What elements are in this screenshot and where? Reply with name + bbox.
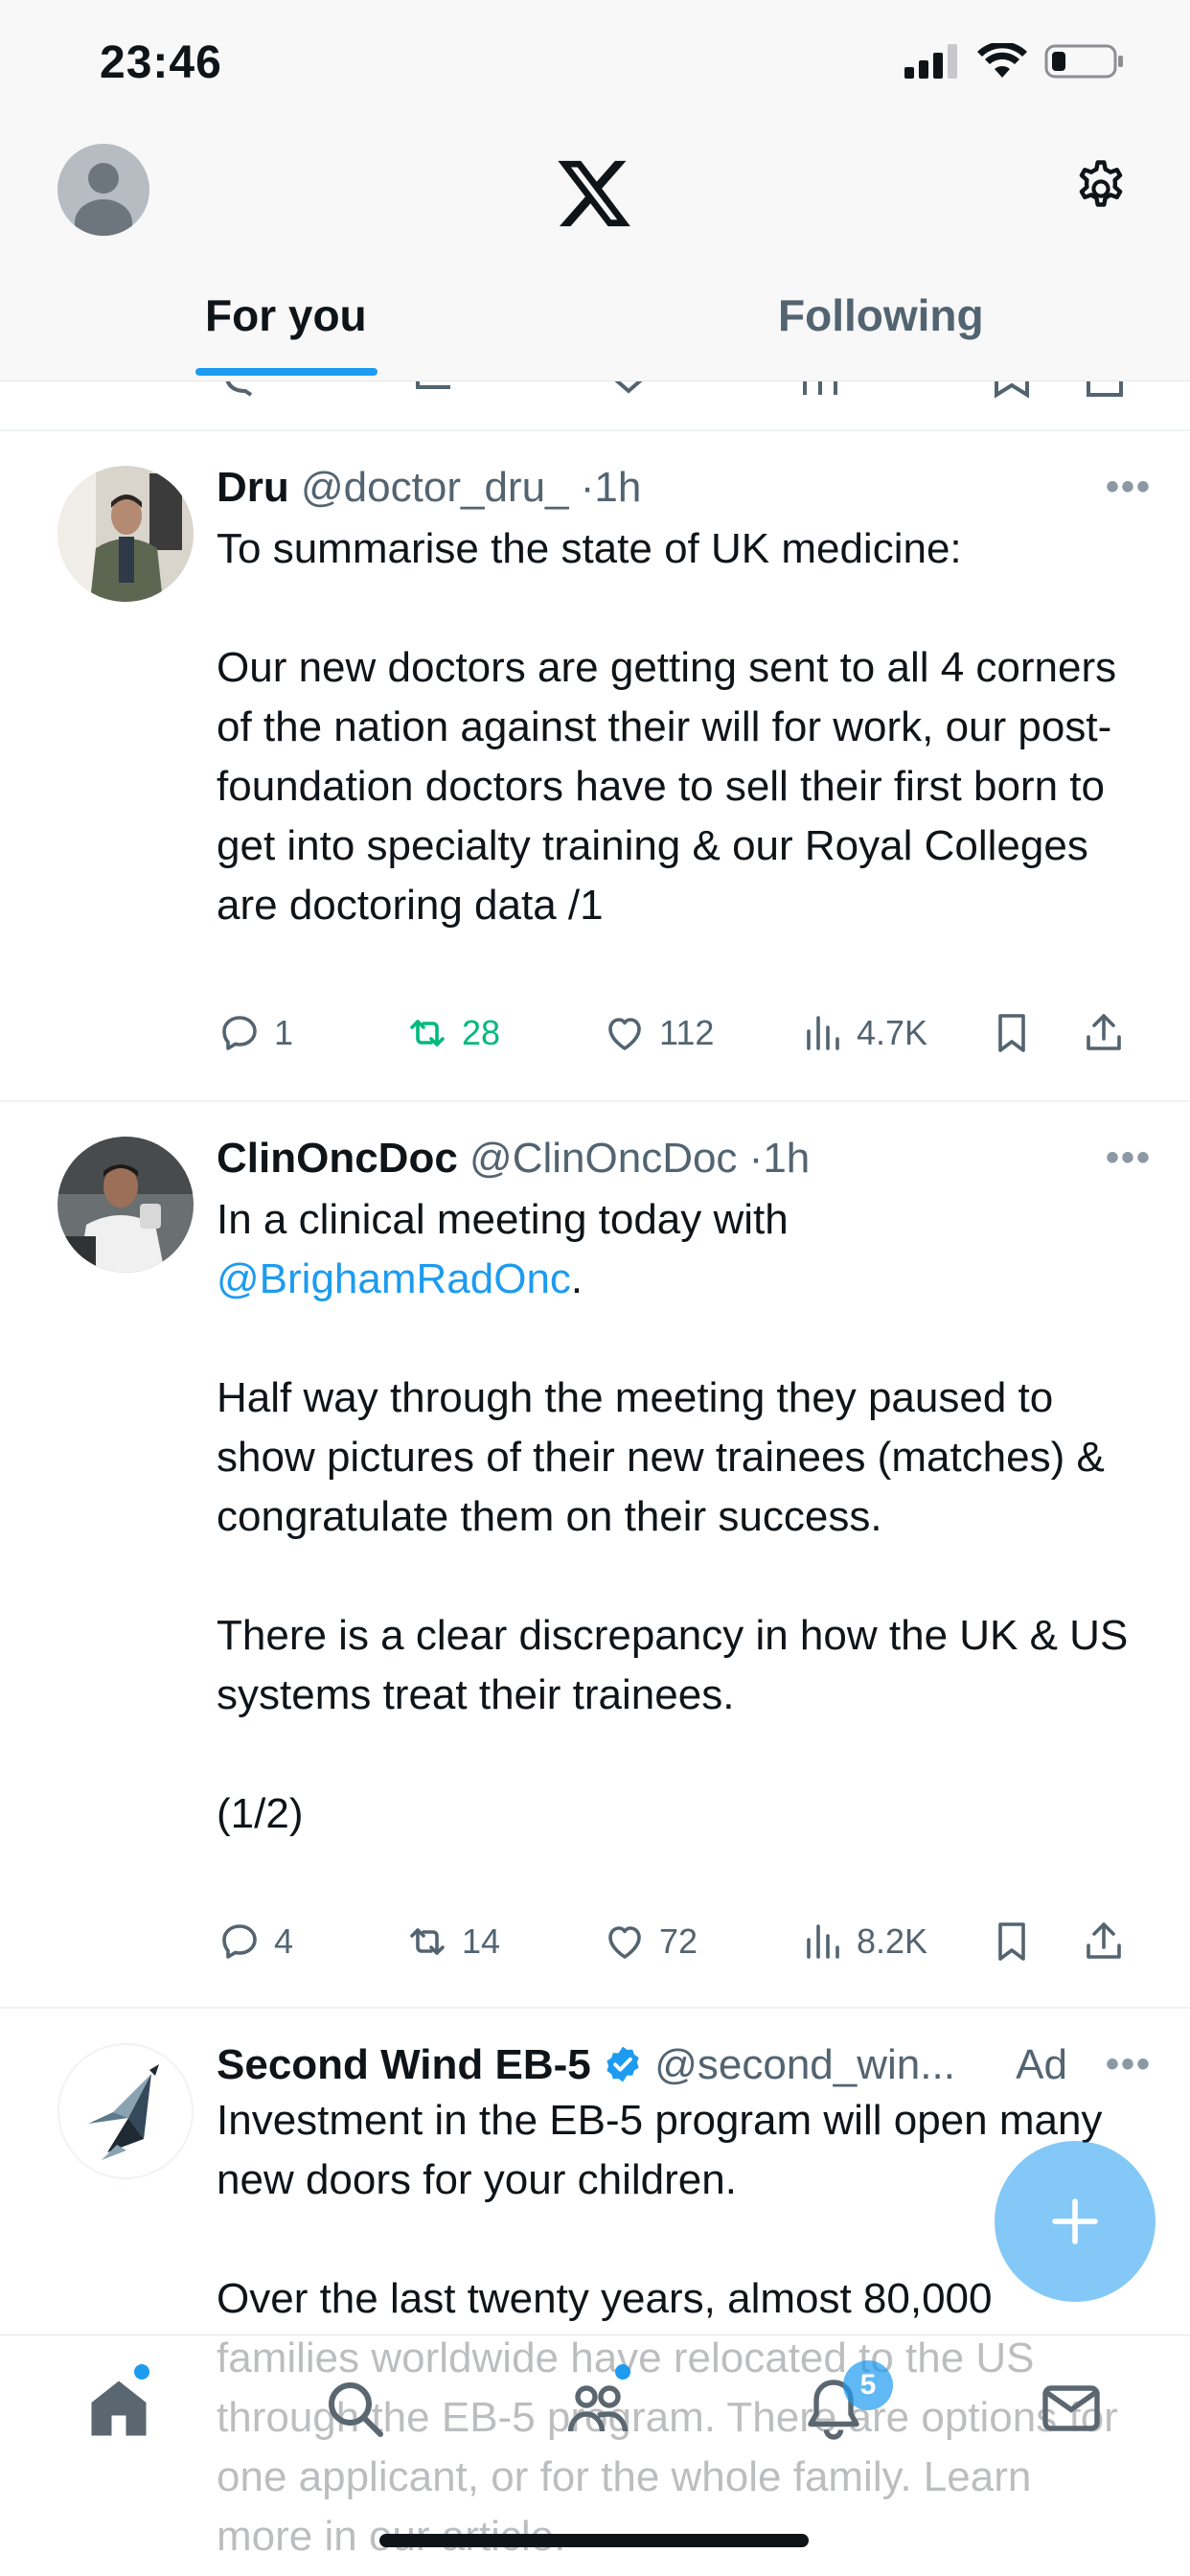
share-icon: [1087, 1014, 1121, 1050]
repost-icon: [410, 1928, 445, 1955]
nav-communities[interactable]: [563, 2364, 632, 2443]
bookmark-icon: [998, 1922, 1025, 1961]
communities-icon: [567, 2385, 629, 2432]
nav-search[interactable]: [320, 2374, 389, 2443]
tweet-time: 1h: [763, 1135, 811, 1182]
reply-count: 1: [274, 1013, 294, 1052]
compose-tweet-button[interactable]: [995, 2141, 1156, 2302]
status-time: 23:46: [100, 37, 222, 88]
mail-icon: [1042, 2385, 1100, 2431]
nav-home[interactable]: [84, 2364, 153, 2443]
home-indicator[interactable]: [379, 2534, 809, 2547]
more-options-icon[interactable]: •••: [1106, 1137, 1152, 1180]
tweet-time: 1h: [594, 464, 642, 511]
notifications-badge: 5: [843, 2360, 893, 2410]
reply-button[interactable]: 1: [217, 1010, 293, 1056]
tweet-author-avatar[interactable]: [57, 466, 194, 602]
previous-tweet-actions-peek: [0, 381, 1190, 431]
tweet-author-handle[interactable]: @ClinOncDoc: [469, 1135, 737, 1182]
reply-icon: [222, 1016, 257, 1050]
repost-button[interactable]: 28: [404, 1010, 500, 1056]
reply-button[interactable]: 4: [217, 1919, 293, 1965]
tweet-card[interactable]: ClinOncDoc @ClinOncDoc ·1h ••• In a clin…: [0, 1102, 1190, 2009]
tweet-author-handle[interactable]: @second_win...: [654, 2041, 955, 2088]
tweet-actions: 4 14 72 8.2K: [217, 1919, 1136, 1976]
mention-link[interactable]: @BrighamRadOnc: [217, 1255, 571, 1302]
reply-icon: [222, 1924, 257, 1959]
tweet-author-avatar[interactable]: [57, 2043, 194, 2179]
share-icon: [1087, 1922, 1121, 1959]
battery-icon: [1044, 44, 1123, 79]
tweet-dot-separator: ·: [748, 1135, 764, 1182]
heart-icon: [608, 1018, 641, 1050]
views-button[interactable]: 4.7K: [799, 1010, 927, 1056]
active-tab-indicator: [195, 368, 378, 376]
previous-actions-icons: [225, 381, 1123, 399]
tweet-text-rest: Half way through the meeting they paused…: [217, 1374, 1129, 1837]
heart-icon: [608, 1926, 641, 1959]
tab-following[interactable]: Following: [778, 289, 984, 341]
tweet-header: Second Wind EB-5 @second_win...: [217, 2041, 955, 2089]
more-options-icon[interactable]: •••: [1106, 466, 1152, 509]
reply-count: 4: [274, 1921, 294, 1961]
top-header: For you Following: [0, 125, 1190, 381]
cellular-signal-icon: [904, 44, 957, 79]
nav-messages[interactable]: [1037, 2374, 1106, 2443]
bookmark-icon: [998, 1014, 1025, 1052]
views-count: 8.2K: [857, 1921, 928, 1961]
repost-count: 14: [462, 1921, 501, 1961]
search-icon: [329, 2382, 383, 2437]
tweet-card[interactable]: Dru @doctor_dru_ ·1h ••• To summarise th…: [0, 431, 1190, 1102]
like-count: 112: [659, 1013, 715, 1052]
share-button[interactable]: [1081, 1010, 1127, 1056]
tweet-text: In a clinical meeting today with @Brigha…: [217, 1190, 1136, 1844]
views-count: 4.7K: [857, 1013, 928, 1052]
repost-count: 28: [462, 1013, 501, 1052]
repost-button[interactable]: 14: [404, 1919, 500, 1965]
home-unread-dot: [134, 2364, 149, 2380]
more-options-icon[interactable]: •••: [1106, 2043, 1152, 2086]
share-button[interactable]: [1081, 1919, 1127, 1965]
views-chart-icon: [807, 1924, 839, 1959]
wifi-icon: [977, 43, 1027, 78]
like-count: 72: [659, 1921, 698, 1961]
verified-badge-icon: [606, 2046, 639, 2082]
status-icons: [904, 42, 1125, 80]
tweet-dot-separator: ·: [580, 464, 595, 511]
tweet-header: Dru @doctor_dru_ ·1h: [217, 464, 641, 512]
plus-icon: [1052, 2198, 1098, 2244]
status-bar: 23:46: [0, 0, 1190, 125]
tweet-actions: 1 28 112 4.7K: [217, 1010, 1136, 1068]
like-button[interactable]: 112: [602, 1010, 714, 1056]
tweet-text: To summarise the state of UK medicine: O…: [217, 525, 1117, 929]
bookmark-button[interactable]: [989, 1010, 1035, 1056]
ad-label: Ad: [1016, 2041, 1067, 2088]
tab-for-you[interactable]: For you: [205, 289, 367, 341]
tweet-author-name[interactable]: Second Wind EB-5: [217, 2041, 591, 2088]
communities-unread-dot: [615, 2364, 630, 2380]
tweet-header: ClinOncDoc @ClinOncDoc ·1h: [217, 1135, 810, 1183]
tweet-author-name[interactable]: ClinOncDoc: [217, 1135, 458, 1182]
repost-icon: [410, 1020, 445, 1046]
settings-gear-icon[interactable]: [1069, 157, 1133, 220]
bookmark-button[interactable]: [989, 1919, 1035, 1965]
views-button[interactable]: 8.2K: [799, 1919, 927, 1965]
tweet-author-avatar[interactable]: [57, 1137, 194, 1273]
x-logo-icon[interactable]: [554, 153, 634, 234]
profile-avatar-button[interactable]: [57, 144, 149, 236]
tweet-author-handle[interactable]: @doctor_dru_: [301, 464, 569, 511]
home-icon: [91, 2380, 147, 2436]
views-chart-icon: [807, 1016, 839, 1050]
tweet-text-line: In a clinical meeting today with: [217, 1196, 789, 1243]
default-avatar-icon: [75, 163, 132, 236]
like-button[interactable]: 72: [602, 1919, 698, 1965]
tweet-author-name[interactable]: Dru: [217, 464, 289, 511]
